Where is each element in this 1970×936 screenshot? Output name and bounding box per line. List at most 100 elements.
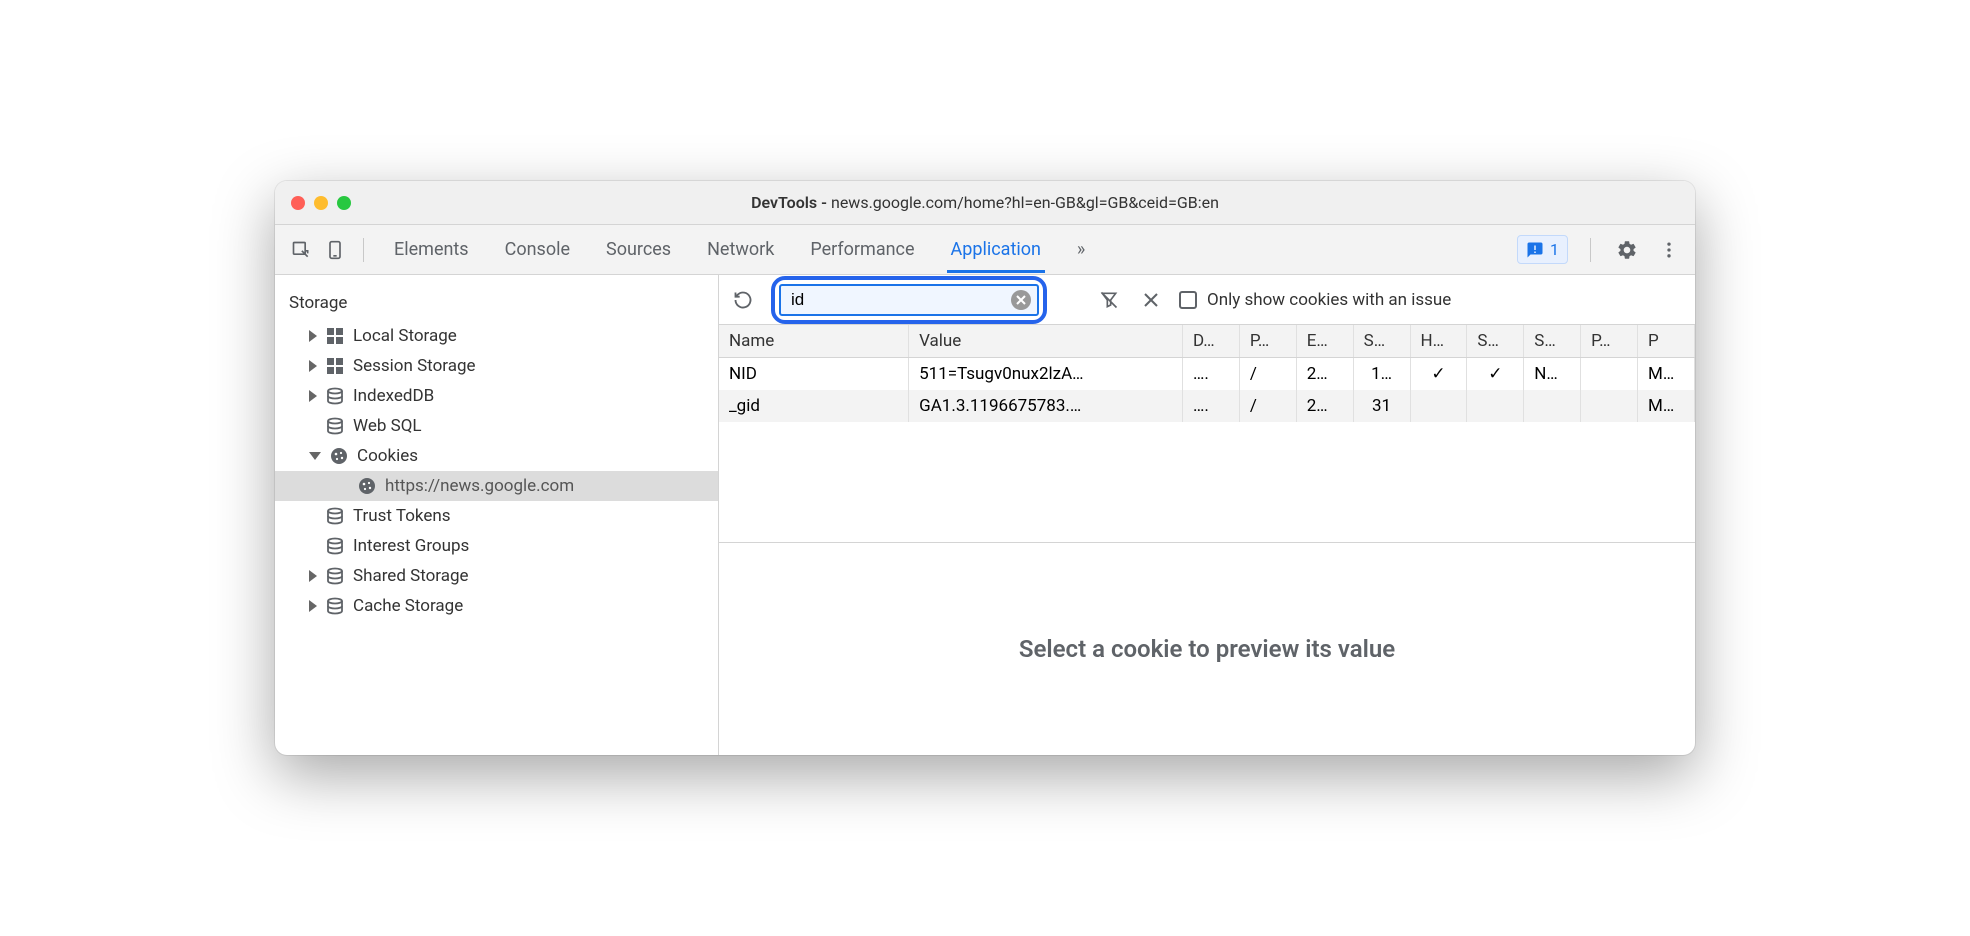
cell-p: / bbox=[1239, 390, 1296, 422]
issues-count: 1 bbox=[1550, 240, 1559, 259]
sidebar-item-local-storage[interactable]: Local Storage bbox=[275, 321, 718, 351]
main-panel: Only show cookies with an issue Name Val… bbox=[719, 275, 1695, 755]
tab-network[interactable]: Network bbox=[703, 227, 778, 272]
device-toggle-icon[interactable] bbox=[321, 236, 349, 264]
col-httponly[interactable]: H… bbox=[1410, 325, 1467, 358]
col-samesite[interactable]: S… bbox=[1524, 325, 1581, 358]
cell-h: ✓ bbox=[1410, 358, 1467, 391]
filter-input[interactable] bbox=[779, 284, 1039, 316]
sidebar-item-cache-storage[interactable]: Cache Storage bbox=[275, 591, 718, 621]
sidebar-item-label: Session Storage bbox=[353, 356, 476, 376]
tab-console[interactable]: Console bbox=[501, 227, 574, 272]
expand-icon[interactable] bbox=[309, 360, 317, 372]
col-size[interactable]: S… bbox=[1353, 325, 1410, 358]
col-name[interactable]: Name bbox=[719, 325, 909, 358]
cookie-icon bbox=[357, 476, 377, 496]
sidebar-item-label: Cookies bbox=[357, 446, 418, 466]
sidebar-item-label: IndexedDB bbox=[353, 386, 434, 406]
tab-sources[interactable]: Sources bbox=[602, 227, 675, 272]
cell-name: NID bbox=[719, 358, 909, 391]
col-secure[interactable]: S… bbox=[1467, 325, 1524, 358]
preview-empty-text: Select a cookie to preview its value bbox=[1019, 635, 1395, 663]
sidebar-item-label: Shared Storage bbox=[353, 566, 469, 586]
table-empty-space bbox=[719, 422, 1695, 542]
sidebar-item-label: Cache Storage bbox=[353, 596, 463, 616]
db-icon bbox=[325, 536, 345, 556]
sidebar-item-label: Local Storage bbox=[353, 326, 457, 346]
sidebar-item-label: Interest Groups bbox=[353, 536, 469, 556]
devtools-toolbar: Elements Console Sources Network Perform… bbox=[275, 225, 1695, 275]
traffic-lights bbox=[291, 196, 351, 210]
title-prefix: DevTools - bbox=[751, 193, 831, 212]
cell-e: 2… bbox=[1296, 390, 1353, 422]
sidebar-item-cookies[interactable]: Cookies bbox=[275, 441, 718, 471]
checkbox-label: Only show cookies with an issue bbox=[1207, 290, 1451, 310]
cell-e: 2… bbox=[1296, 358, 1353, 391]
sidebar-item-https-news-google-com[interactable]: https://news.google.com bbox=[275, 471, 718, 501]
db-icon bbox=[325, 566, 345, 586]
storage-sidebar: Storage Local Storage Session Storage Inde… bbox=[275, 275, 719, 755]
more-menu-icon[interactable] bbox=[1655, 236, 1683, 264]
sidebar-item-shared-storage[interactable]: Shared Storage bbox=[275, 561, 718, 591]
reload-icon[interactable] bbox=[729, 286, 757, 314]
divider bbox=[1590, 238, 1591, 262]
cookie-preview: Select a cookie to preview its value bbox=[719, 543, 1695, 755]
tab-application[interactable]: Application bbox=[947, 227, 1045, 272]
cell-s: 1… bbox=[1353, 358, 1410, 391]
clear-all-icon[interactable] bbox=[1095, 286, 1123, 314]
cell-p: / bbox=[1239, 358, 1296, 391]
sidebar-item-interest-groups[interactable]: Interest Groups bbox=[275, 531, 718, 561]
toolbar-right: 1 bbox=[1517, 235, 1683, 264]
titlebar: DevTools - news.google.com/home?hl=en-GB… bbox=[275, 181, 1695, 225]
col-partition[interactable]: P bbox=[1638, 325, 1695, 358]
cookies-table: Name Value D… P… E… S… H… S… S… P… P bbox=[719, 325, 1695, 543]
sidebar-item-web-sql[interactable]: Web SQL bbox=[275, 411, 718, 441]
col-priority[interactable]: P… bbox=[1581, 325, 1638, 358]
inspect-element-icon[interactable] bbox=[287, 236, 315, 264]
sidebar-item-session-storage[interactable]: Session Storage bbox=[275, 351, 718, 381]
checkbox-icon bbox=[1179, 291, 1197, 309]
clear-filter-icon[interactable] bbox=[1011, 290, 1031, 310]
grid-icon bbox=[325, 356, 345, 376]
db-icon bbox=[325, 506, 345, 526]
close-window-button[interactable] bbox=[291, 196, 305, 210]
expand-icon[interactable] bbox=[309, 390, 317, 402]
tabs-overflow[interactable]: » bbox=[1073, 227, 1089, 272]
sidebar-item-label: https://news.google.com bbox=[385, 476, 574, 496]
sidebar-item-label: Trust Tokens bbox=[353, 506, 451, 526]
maximize-window-button[interactable] bbox=[337, 196, 351, 210]
tab-elements[interactable]: Elements bbox=[390, 227, 473, 272]
delete-icon[interactable] bbox=[1137, 286, 1165, 314]
window-title: DevTools - news.google.com/home?hl=en-GB… bbox=[291, 193, 1679, 212]
sidebar-item-indexeddb[interactable]: IndexedDB bbox=[275, 381, 718, 411]
cell-pr bbox=[1581, 390, 1638, 422]
cell-name: _gid bbox=[719, 390, 909, 422]
only-issues-checkbox[interactable]: Only show cookies with an issue bbox=[1179, 290, 1451, 310]
table-row[interactable]: _gidGA1.3.1196675783.……./2…31M… bbox=[719, 390, 1695, 422]
col-expires[interactable]: E… bbox=[1296, 325, 1353, 358]
expand-icon[interactable] bbox=[309, 600, 317, 612]
cell-ss: ✓ bbox=[1467, 358, 1524, 391]
expand-icon[interactable] bbox=[309, 330, 317, 342]
cell-pp: M… bbox=[1638, 390, 1695, 422]
table-row[interactable]: NID511=Tsugv0nux2lzA……./2…1…✓✓N…M… bbox=[719, 358, 1695, 391]
col-domain[interactable]: D… bbox=[1183, 325, 1240, 358]
panel-tabs: Elements Console Sources Network Perform… bbox=[390, 227, 1511, 272]
sidebar-item-label: Web SQL bbox=[353, 416, 422, 436]
title-url: news.google.com/home?hl=en-GB&gl=GB&ceid… bbox=[831, 193, 1219, 212]
settings-icon[interactable] bbox=[1613, 236, 1641, 264]
minimize-window-button[interactable] bbox=[314, 196, 328, 210]
sidebar-header: Storage bbox=[275, 285, 718, 321]
cookie-icon bbox=[329, 446, 349, 466]
sidebar-item-trust-tokens[interactable]: Trust Tokens bbox=[275, 501, 718, 531]
cell-d: …. bbox=[1183, 358, 1240, 391]
issues-badge[interactable]: 1 bbox=[1517, 235, 1568, 264]
cell-pr bbox=[1581, 358, 1638, 391]
content: Storage Local Storage Session Storage Inde… bbox=[275, 275, 1695, 755]
col-value[interactable]: Value bbox=[909, 325, 1183, 358]
tab-performance[interactable]: Performance bbox=[806, 227, 918, 272]
expand-icon[interactable] bbox=[309, 452, 321, 460]
col-path[interactable]: P… bbox=[1239, 325, 1296, 358]
filter-input-highlight bbox=[771, 276, 1047, 324]
expand-icon[interactable] bbox=[309, 570, 317, 582]
